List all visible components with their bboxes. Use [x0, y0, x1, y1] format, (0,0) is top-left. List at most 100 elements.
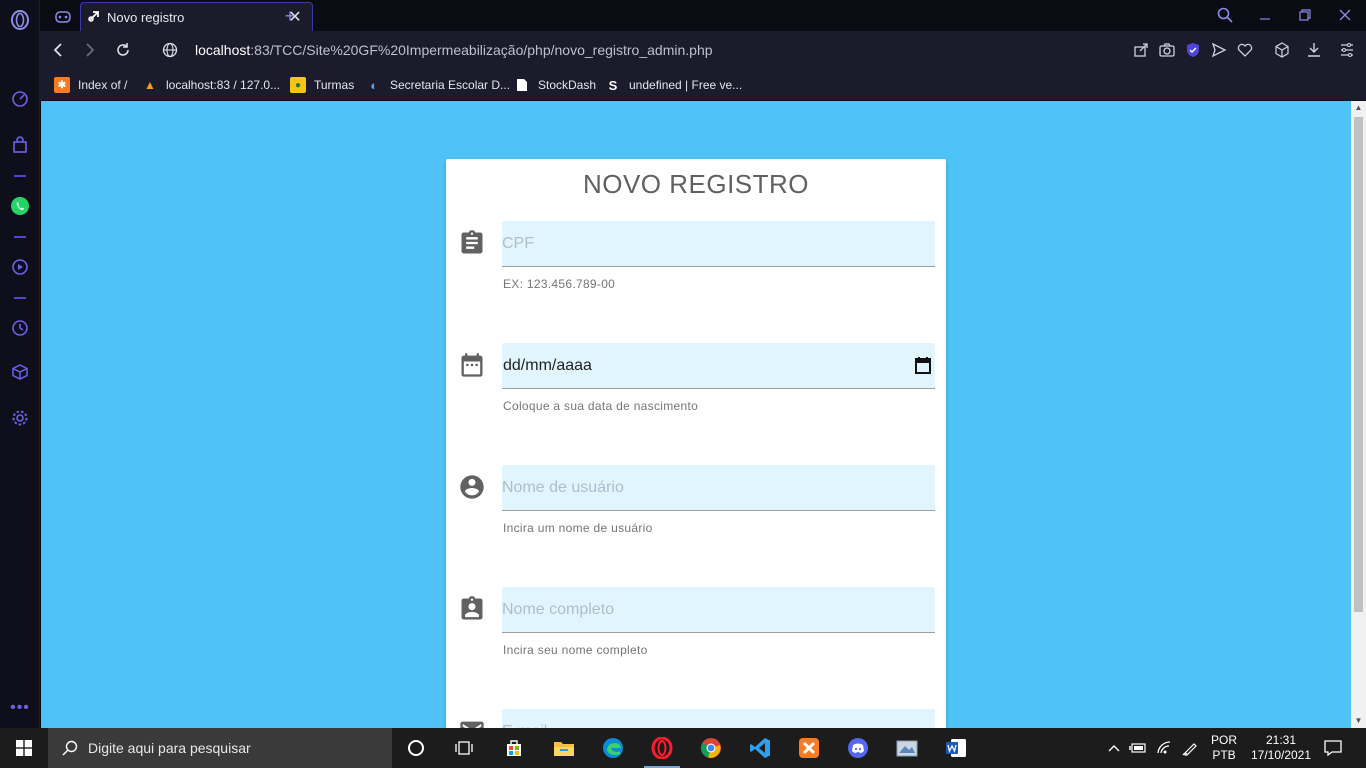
- sidebar-separator: [14, 175, 26, 177]
- keyboard-layout: PTB: [1212, 748, 1236, 762]
- windows-start-icon[interactable]: [0, 728, 48, 768]
- url-path: :83/TCC/Site%20GF%20Impermeabilização/ph…: [250, 42, 713, 58]
- store-icon[interactable]: [494, 732, 534, 764]
- word-icon[interactable]: [936, 732, 976, 764]
- task-view-icon[interactable]: [444, 732, 484, 764]
- pen-ink-icon[interactable]: [1180, 728, 1200, 768]
- cpf-field-group: CPF EX: 123.456.789-00: [446, 221, 946, 301]
- notifications-icon[interactable]: [1320, 728, 1346, 768]
- address-bar: localhost:83/TCC/Site%20GF%20Impermeabil…: [40, 31, 1366, 69]
- bookmark-index[interactable]: ✱ Index of /: [54, 75, 127, 95]
- restore-icon[interactable]: [1293, 4, 1317, 26]
- bookmark-stockdash[interactable]: StockDash: [514, 75, 596, 95]
- url-host: localhost: [195, 42, 251, 58]
- scrollbar-thumb[interactable]: [1354, 117, 1363, 612]
- bookmark-turmas[interactable]: ● Turmas: [290, 75, 354, 95]
- url-field[interactable]: localhost:83/TCC/Site%20GF%20Impermeabil…: [195, 42, 713, 58]
- taskbar-search-placeholder: Digite aqui para pesquisar: [88, 740, 251, 756]
- s-logo-icon: S: [608, 77, 618, 93]
- more-dots-icon[interactable]: •••: [9, 697, 31, 719]
- bookmark-label: localhost:83 / 127.0...: [166, 78, 281, 92]
- battery-icon[interactable]: [1128, 728, 1148, 768]
- birthdate-input[interactable]: dd/mm/aaaa: [502, 343, 935, 389]
- language-indicator[interactable]: POR PTB: [1206, 728, 1242, 768]
- bookmark-label: Turmas: [314, 78, 355, 92]
- download-icon[interactable]: [1305, 41, 1323, 59]
- birthdate-field-group: dd/mm/aaaa Coloque a sua data de nascime…: [446, 343, 946, 423]
- tray-chevron-up-icon[interactable]: [1104, 728, 1124, 768]
- whatsapp-icon[interactable]: [9, 195, 31, 217]
- sidebar-separator: [14, 236, 26, 238]
- birthdate-helper-text: Coloque a sua data de nascimento: [503, 399, 699, 413]
- search-icon: [62, 740, 78, 756]
- forward-icon[interactable]: [80, 40, 100, 60]
- vscode-icon[interactable]: [740, 732, 780, 764]
- language-code: POR: [1210, 733, 1237, 747]
- player-icon[interactable]: [9, 256, 31, 278]
- workspaces-icon[interactable]: [50, 2, 76, 31]
- fullname-input[interactable]: Nome completo: [502, 587, 935, 633]
- edge-icon[interactable]: [593, 732, 633, 764]
- assignment-ind-icon: [458, 595, 486, 623]
- classroom-icon: ●: [290, 77, 306, 93]
- send-icon[interactable]: [1210, 41, 1228, 59]
- tab-novo-registro[interactable]: Novo registro ✕: [80, 2, 313, 31]
- scroll-up-arrow-icon[interactable]: ▲: [1351, 101, 1366, 115]
- scroll-down-arrow-icon[interactable]: ▼: [1351, 714, 1366, 728]
- secretaria-icon: ◐: [370, 77, 378, 93]
- birthdate-value: dd/mm/aaaa: [503, 357, 592, 374]
- heart-icon[interactable]: [1236, 41, 1254, 59]
- cortana-icon[interactable]: [396, 732, 436, 764]
- page-title: NOVO REGISTRO: [582, 169, 810, 199]
- cpf-helper-text: EX: 123.456.789-00: [503, 277, 616, 291]
- camera-snapshot-icon[interactable]: [1158, 41, 1176, 59]
- extensions-icon[interactable]: [9, 361, 31, 383]
- register-card: NOVO REGISTRO CPF EX: 123.456.789-00 dd/…: [446, 159, 946, 728]
- chrome-icon[interactable]: [691, 732, 731, 764]
- photos-app-icon[interactable]: [887, 732, 927, 764]
- bookmark-label: Index of /: [78, 78, 128, 92]
- reload-icon[interactable]: [113, 40, 133, 60]
- file-explorer-icon[interactable]: [544, 732, 584, 764]
- easy-setup-menu-icon[interactable]: [1338, 41, 1356, 59]
- clock-time: 21:31: [1265, 733, 1297, 747]
- xampp-taskbar-icon[interactable]: [789, 732, 829, 764]
- new-tab-plus-icon[interactable]: +: [280, 2, 300, 31]
- vpn-shield-icon[interactable]: [1184, 41, 1202, 59]
- xampp-icon: ✱: [54, 77, 70, 93]
- email-field-group: E-mail: [446, 709, 946, 728]
- bookmark-undefined[interactable]: S undefined | Free ve...: [605, 75, 743, 95]
- opera-taskbar-icon[interactable]: [642, 732, 682, 768]
- wifi-icon[interactable]: [1154, 728, 1174, 768]
- opera-menu-icon[interactable]: [9, 9, 31, 31]
- page-viewport: NOVO REGISTRO CPF EX: 123.456.789-00 dd/…: [41, 101, 1351, 728]
- date-picker-icon[interactable]: [915, 356, 931, 379]
- fullname-field-group: Nome completo Incira seu nome completo: [446, 587, 946, 667]
- cpf-input[interactable]: CPF: [502, 221, 935, 267]
- site-info-globe-icon[interactable]: [160, 40, 180, 60]
- browser-sidebar: •••: [0, 0, 40, 728]
- minimize-icon[interactable]: [1253, 4, 1277, 26]
- email-input[interactable]: E-mail: [502, 709, 935, 728]
- share-icon[interactable]: [1132, 41, 1150, 59]
- document-icon: [514, 77, 530, 93]
- speed-dial-icon[interactable]: [9, 88, 31, 110]
- bookmark-secretaria[interactable]: ◐ Secretaria Escolar D...: [366, 75, 510, 95]
- discord-icon[interactable]: [838, 732, 878, 764]
- username-helper-text: Incira um nome de usuário: [503, 521, 653, 535]
- settings-gear-icon[interactable]: [9, 407, 31, 429]
- page-scrollbar[interactable]: ▲ ▼: [1351, 101, 1366, 728]
- back-icon[interactable]: [48, 40, 68, 60]
- fullname-helper-text: Incira seu nome completo: [503, 643, 648, 657]
- taskbar-search-box[interactable]: Digite aqui para pesquisar: [48, 728, 392, 768]
- search-tabs-icon[interactable]: [1213, 4, 1237, 26]
- email-icon: [458, 717, 486, 728]
- close-window-icon[interactable]: [1333, 4, 1357, 26]
- taskbar-clock[interactable]: 21:31 17/10/2021: [1244, 728, 1318, 768]
- history-icon[interactable]: [9, 317, 31, 339]
- tab-bar: Novo registro ✕ +: [40, 0, 1366, 31]
- extensions-cube-icon[interactable]: [1273, 41, 1291, 59]
- shopping-bag-icon[interactable]: [9, 134, 31, 156]
- bookmark-phpmyadmin[interactable]: ▲ localhost:83 / 127.0...: [142, 75, 280, 95]
- username-input[interactable]: Nome de usuário: [502, 465, 935, 511]
